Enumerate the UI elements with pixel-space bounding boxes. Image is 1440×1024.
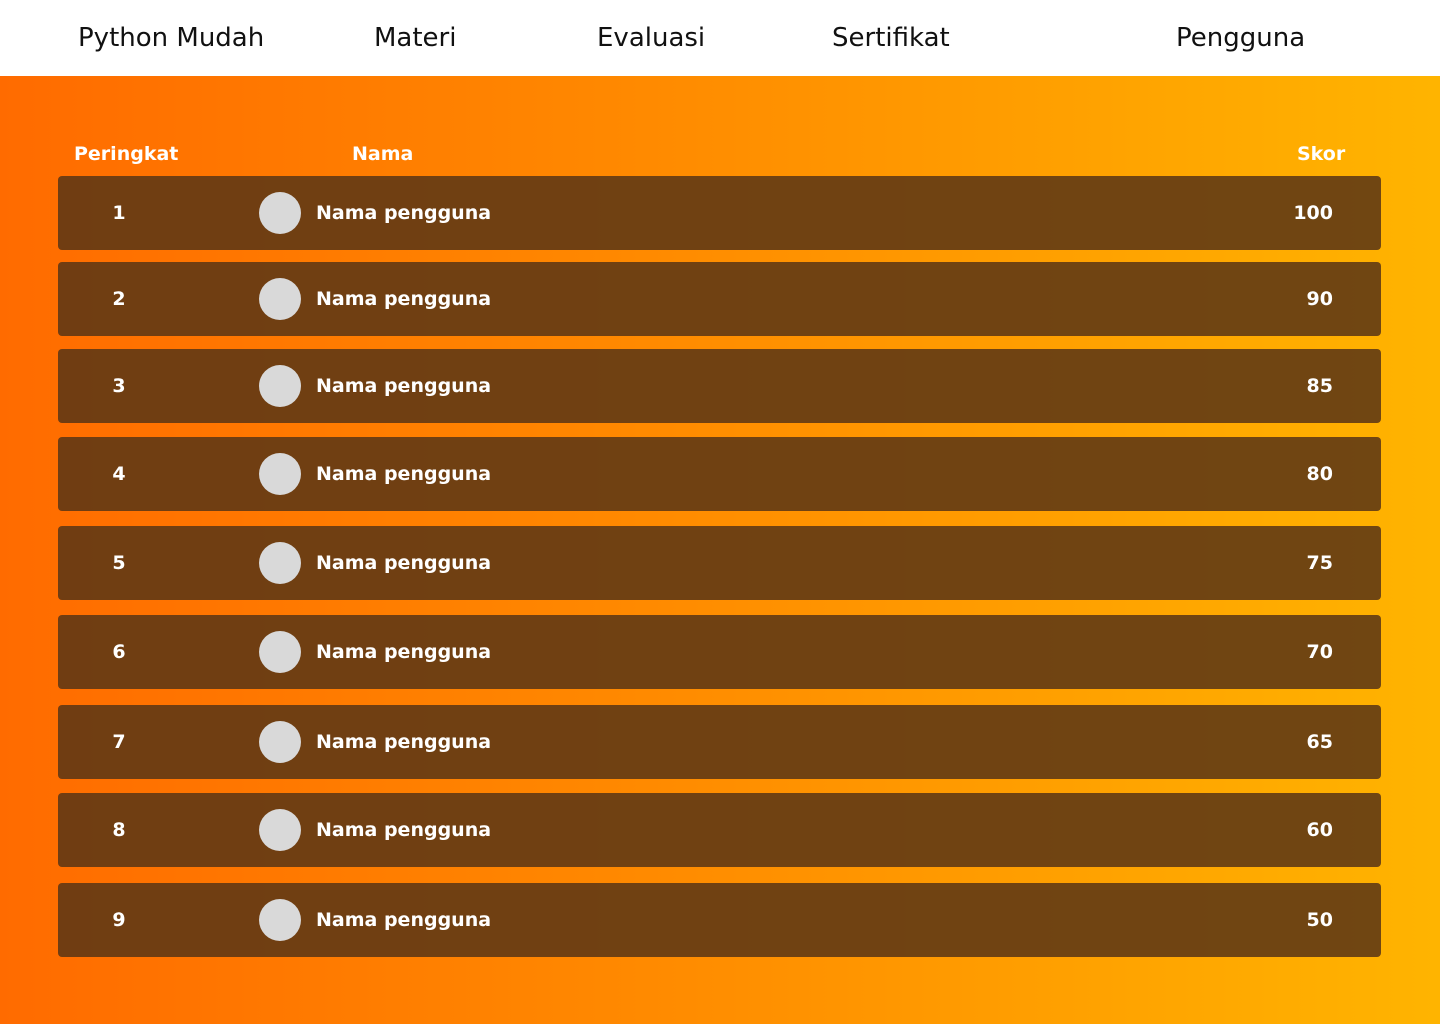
- row-username: Nama pengguna: [316, 288, 492, 310]
- avatar: [259, 542, 301, 584]
- row-rank: 5: [112, 552, 126, 574]
- avatar: [259, 899, 301, 941]
- avatar: [259, 365, 301, 407]
- avatar: [259, 631, 301, 673]
- row-username: Nama pengguna: [316, 909, 492, 931]
- leaderboard-row[interactable]: 5 Nama pengguna 75: [58, 526, 1381, 600]
- leaderboard-row[interactable]: 9 Nama pengguna 50: [58, 883, 1381, 957]
- row-username: Nama pengguna: [316, 202, 492, 224]
- row-score: 90: [1306, 288, 1333, 310]
- row-score: 65: [1306, 731, 1333, 753]
- row-score: 85: [1306, 375, 1333, 397]
- row-username: Nama pengguna: [316, 375, 492, 397]
- row-score: 50: [1306, 909, 1333, 931]
- leaderboard-row[interactable]: 3 Nama pengguna 85: [58, 349, 1381, 423]
- avatar: [259, 278, 301, 320]
- row-username: Nama pengguna: [316, 641, 492, 663]
- row-rank: 6: [112, 641, 126, 663]
- row-score: 60: [1306, 819, 1333, 841]
- leaderboard-row[interactable]: 1 Nama pengguna 100: [58, 176, 1381, 250]
- leaderboard-list: 1 Nama pengguna 100 2 Nama pengguna 90 3…: [0, 0, 1440, 1024]
- leaderboard-row[interactable]: 7 Nama pengguna 65: [58, 705, 1381, 779]
- leaderboard-row[interactable]: 8 Nama pengguna 60: [58, 793, 1381, 867]
- avatar: [259, 192, 301, 234]
- row-rank: 2: [112, 288, 126, 310]
- row-username: Nama pengguna: [316, 819, 492, 841]
- row-rank: 8: [112, 819, 126, 841]
- row-score: 80: [1306, 463, 1333, 485]
- leaderboard-row[interactable]: 4 Nama pengguna 80: [58, 437, 1381, 511]
- row-username: Nama pengguna: [316, 552, 492, 574]
- row-score: 100: [1293, 202, 1333, 224]
- row-rank: 9: [112, 909, 126, 931]
- row-username: Nama pengguna: [316, 731, 492, 753]
- leaderboard-row[interactable]: 2 Nama pengguna 90: [58, 262, 1381, 336]
- row-rank: 4: [112, 463, 126, 485]
- avatar: [259, 453, 301, 495]
- row-rank: 1: [112, 202, 126, 224]
- avatar: [259, 809, 301, 851]
- row-username: Nama pengguna: [316, 463, 492, 485]
- row-rank: 7: [112, 731, 126, 753]
- row-score: 75: [1306, 552, 1333, 574]
- avatar: [259, 721, 301, 763]
- row-rank: 3: [112, 375, 126, 397]
- leaderboard-row[interactable]: 6 Nama pengguna 70: [58, 615, 1381, 689]
- row-score: 70: [1306, 641, 1333, 663]
